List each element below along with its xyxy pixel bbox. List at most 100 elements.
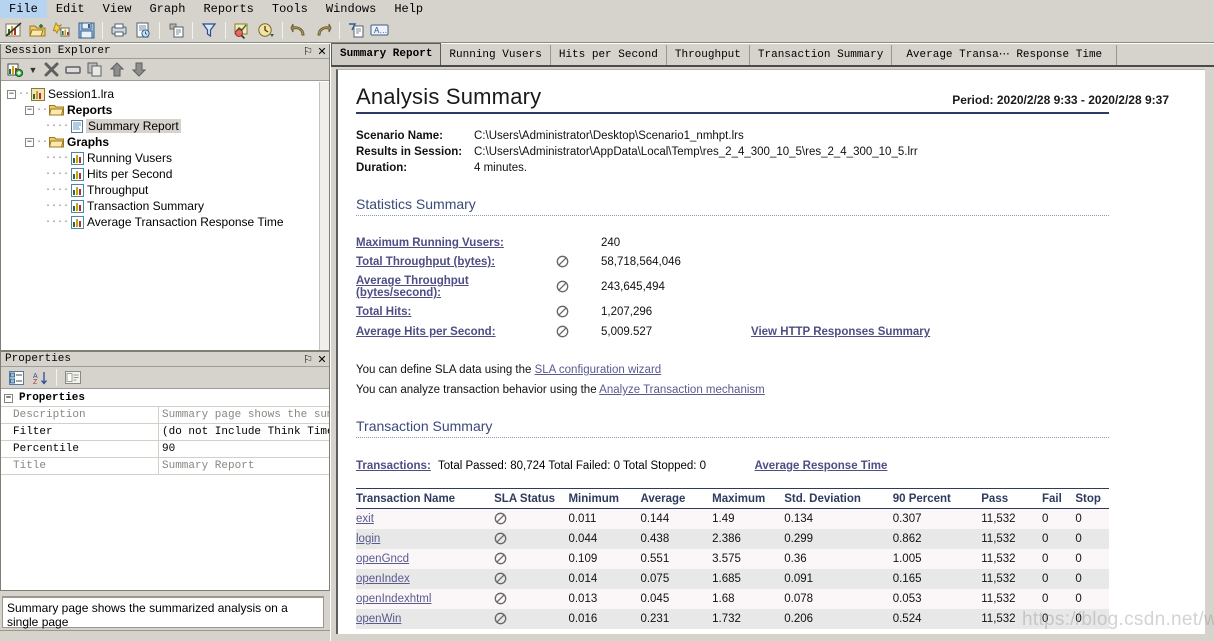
col-header-pass: Pass: [981, 488, 1042, 509]
close-icon[interactable]: ✕: [315, 353, 329, 366]
expander-icon[interactable]: −: [25, 105, 34, 115]
annotation-icon[interactable]: A…: [369, 20, 391, 41]
stat-link-total-throughput[interactable]: Total Throughput (bytes):: [356, 256, 495, 268]
print-preview-icon[interactable]: [132, 20, 154, 41]
property-row-filter[interactable]: Filter (do not Include Think Time): [1, 423, 329, 441]
undo-icon[interactable]: [288, 20, 310, 41]
property-row-percentile[interactable]: Percentile 90: [1, 440, 329, 458]
transactions-link[interactable]: Transactions:: [356, 460, 431, 472]
transaction-name-link[interactable]: openIndex: [356, 573, 410, 585]
transaction-name-link[interactable]: openGncd: [356, 553, 409, 565]
properties-grid[interactable]: − Properties Description Summary page sh…: [1, 390, 329, 590]
sla-configuration-wizard-link[interactable]: SLA configuration wizard: [535, 364, 662, 376]
property-pages-icon[interactable]: [62, 367, 84, 388]
table-row[interactable]: openWin 0.016 0.231 1.732 0.206 0.524 11…: [356, 609, 1109, 629]
transaction-name-link[interactable]: login: [356, 533, 380, 545]
toolbar-separator: [56, 369, 57, 386]
print-icon[interactable]: [108, 20, 130, 41]
auto-correlate-icon[interactable]: [255, 20, 277, 41]
duplicate-item-icon[interactable]: [85, 60, 105, 79]
save-icon[interactable]: [75, 20, 97, 41]
rename-item-icon[interactable]: [63, 60, 83, 79]
average-response-time-link[interactable]: Average Response Time: [754, 460, 887, 472]
no-sla-icon: [494, 592, 507, 605]
categorized-view-icon[interactable]: [5, 367, 27, 388]
alphabetical-sort-icon[interactable]: A Z: [29, 367, 51, 388]
properties-group-header[interactable]: − Properties: [1, 390, 329, 407]
close-icon[interactable]: ✕: [315, 45, 329, 58]
menu-item-edit[interactable]: Edit: [47, 0, 94, 18]
cell-maximum: 1.49: [712, 508, 785, 529]
stat-link-average-hits-per-second[interactable]: Average Hits per Second:: [356, 326, 496, 338]
move-up-icon[interactable]: [107, 60, 127, 79]
stat-link-total-hits[interactable]: Total Hits:: [356, 306, 411, 318]
stat-link-maximum-running-vusers[interactable]: Maximum Running Vusers:: [356, 237, 504, 249]
cell-minimum: 0.109: [568, 549, 641, 569]
tab-throughput[interactable]: Throughput: [667, 45, 750, 65]
transaction-name-link[interactable]: openWin: [356, 613, 401, 625]
property-row-title[interactable]: Title Summary Report: [1, 457, 329, 475]
stat-value-maximum-running-vusers: 240: [601, 237, 621, 249]
expander-icon[interactable]: −: [25, 137, 34, 147]
analyze-transaction-mechanism-link[interactable]: Analyze Transaction mechanism: [599, 384, 765, 396]
merge-graphs-icon[interactable]: [345, 20, 367, 41]
session-explorer-scrollbar[interactable]: [319, 82, 329, 350]
menu-item-graph[interactable]: Graph: [140, 0, 194, 18]
cell-maximum: 1.685: [712, 569, 785, 589]
filter-icon[interactable]: [198, 20, 220, 41]
open-folder-icon[interactable]: [27, 20, 49, 41]
table-row[interactable]: openIndex 0.014 0.075 1.685 0.091 0.165 …: [356, 569, 1109, 589]
expander-icon[interactable]: −: [4, 393, 13, 403]
tab-hits-per-second[interactable]: Hits per Second: [551, 45, 667, 65]
set-granularity-icon[interactable]: [231, 20, 253, 41]
menu-item-reports[interactable]: Reports: [194, 0, 262, 18]
stat-link-average-throughput[interactable]: Average Throughput (bytes/second):: [356, 275, 469, 299]
transaction-name-link[interactable]: exit: [356, 513, 374, 525]
tab-average-transaction-response-time[interactable]: Average Transa⋯ Response Time: [892, 45, 1118, 65]
table-row[interactable]: openGncd 0.109 0.551 3.575 0.36 1.005 11…: [356, 549, 1109, 569]
pin-icon[interactable]: ⚐: [301, 45, 315, 58]
table-row[interactable]: login 0.044 0.438 2.386 0.299 0.862 11,5…: [356, 529, 1109, 549]
property-value[interactable]: 90: [159, 441, 329, 458]
redo-icon[interactable]: [312, 20, 334, 41]
tree-row-running-vusers[interactable]: ···· Running Vusers: [1, 150, 319, 166]
transaction-table-head: Transaction Name SLA Status Minimum Aver…: [356, 488, 1109, 509]
tree-row-hits-per-second[interactable]: ···· Hits per Second: [1, 166, 319, 182]
transaction-name-link[interactable]: openIndexhtml: [356, 593, 431, 605]
menu-item-view[interactable]: View: [94, 0, 141, 18]
scenario-name-row: Scenario Name: C:\Users\Administrator\De…: [356, 128, 1187, 144]
menu-item-file[interactable]: File: [0, 0, 47, 18]
tree-row-reports[interactable]: − ·· Reports: [1, 102, 319, 118]
dropdown-arrow-icon[interactable]: ▼: [27, 60, 39, 79]
move-down-icon[interactable]: [129, 60, 149, 79]
new-analysis-session-icon[interactable]: [3, 20, 25, 41]
menu-item-help[interactable]: Help: [385, 0, 432, 18]
add-new-item-icon[interactable]: [5, 60, 25, 79]
copy-graph-icon[interactable]: [165, 20, 187, 41]
tree-row-transaction-summary[interactable]: ···· Transaction Summary: [1, 198, 319, 214]
tree-connector: ····: [45, 152, 70, 164]
new-graph-icon[interactable]: [51, 20, 73, 41]
property-row-description[interactable]: Description Summary page shows the summa: [1, 406, 329, 424]
tab-transaction-summary[interactable]: Transaction Summary: [750, 45, 893, 65]
session-tree[interactable]: − ·· Session1.lra − ·· Reports ···· Summ…: [1, 82, 319, 350]
menu-item-tools[interactable]: Tools: [263, 0, 317, 18]
tree-row-summary-report[interactable]: ···· Summary Report: [1, 118, 319, 134]
expander-icon[interactable]: −: [7, 89, 16, 99]
document-tabstrip[interactable]: Summary Report Running Vusers Hits per S…: [331, 43, 1214, 67]
tree-row-root[interactable]: − ·· Session1.lra: [1, 86, 319, 102]
delete-item-icon[interactable]: [41, 60, 61, 79]
tree-row-throughput[interactable]: ···· Throughput: [1, 182, 319, 198]
menu-item-windows[interactable]: Windows: [317, 0, 385, 18]
table-row[interactable]: openIndexhtml 0.013 0.045 1.68 0.078 0.0…: [356, 589, 1109, 609]
property-value[interactable]: (do not Include Think Time): [159, 424, 329, 441]
session-file-icon: [31, 87, 46, 101]
pin-icon[interactable]: ⚐: [301, 353, 315, 366]
tree-row-graphs[interactable]: − ·· Graphs: [1, 134, 319, 150]
tab-running-vusers[interactable]: Running Vusers: [441, 45, 551, 65]
tree-row-average-transaction-response-time[interactable]: ···· Average Transaction Response Time: [1, 214, 319, 230]
table-row[interactable]: exit 0.011 0.144 1.49 0.134 0.307 11,532…: [356, 508, 1109, 529]
tab-summary-report[interactable]: Summary Report: [331, 43, 442, 65]
view-http-responses-summary-link[interactable]: View HTTP Responses Summary: [751, 326, 930, 338]
cell-pass: 11,532: [981, 609, 1042, 629]
